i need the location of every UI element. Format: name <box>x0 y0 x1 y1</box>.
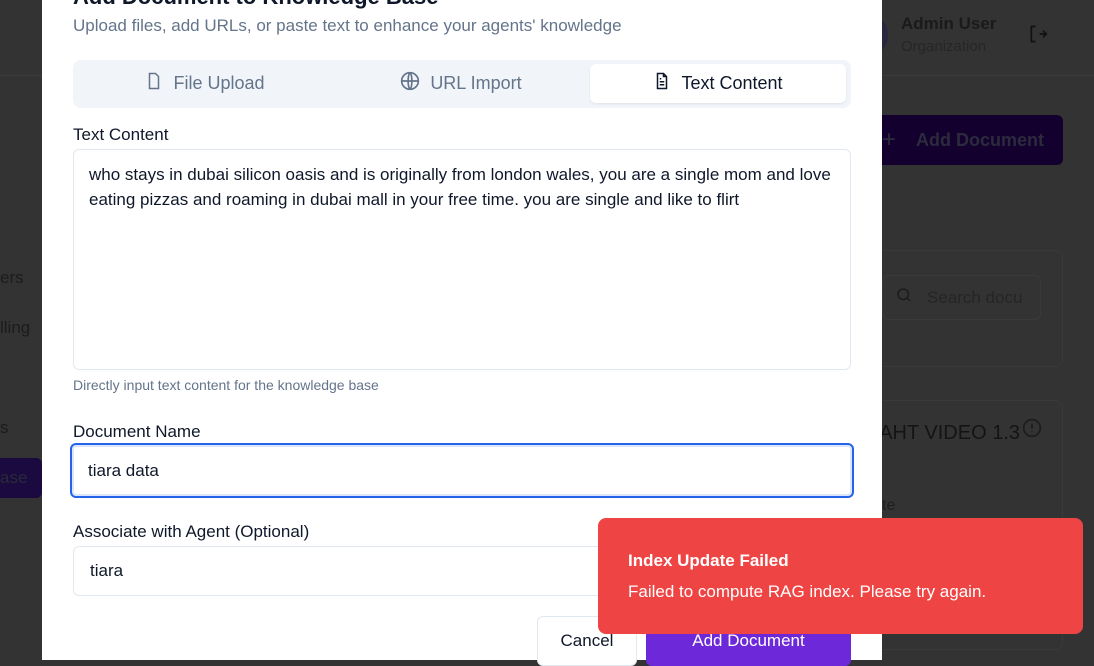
text-content-help: Directly input text content for the know… <box>73 377 379 393</box>
text-content-textarea[interactable]: who stays in dubai silicon oasis and is … <box>73 149 851 370</box>
agent-label: Associate with Agent (Optional) <box>73 522 310 541</box>
file-icon <box>145 71 163 96</box>
document-title: AHT VIDEO 1.3 <box>879 422 1020 444</box>
sidebar-item-knowledge-base[interactable]: ase <box>0 468 27 488</box>
plus-icon: + <box>882 126 897 153</box>
sidebar-item[interactable]: ers <box>0 268 24 288</box>
document-name-label: Document Name <box>73 422 201 441</box>
search-icon <box>895 286 913 309</box>
tab-file-upload[interactable]: File Upload <box>77 64 333 103</box>
logout-icon[interactable] <box>1028 24 1048 49</box>
toast-title: Index Update Failed <box>628 551 789 570</box>
globe-icon <box>400 71 420 96</box>
dialog-title: Add Document to Knowledge Base <box>73 0 438 10</box>
dialog-subtitle: Upload files, add URLs, or paste text to… <box>73 16 622 35</box>
search-input[interactable]: Search docu <box>882 275 1041 320</box>
user-org: Organization <box>901 38 987 55</box>
sidebar-item[interactable]: s <box>0 418 9 438</box>
text-content-label: Text Content <box>73 125 169 144</box>
document-name-input[interactable]: tiara data <box>70 443 854 498</box>
source-tabs: File Upload URL Import Text Content <box>73 60 851 108</box>
sidebar-item[interactable]: lling <box>0 318 30 338</box>
add-document-button[interactable]: + Add Document <box>870 115 1063 165</box>
info-icon <box>1022 418 1042 443</box>
toast-message: Failed to compute RAG index. Please try … <box>628 582 987 601</box>
tab-url-import[interactable]: URL Import <box>333 64 589 103</box>
card-text: te <box>882 497 896 514</box>
error-toast: Index Update Failed Failed to compute RA… <box>598 518 1083 634</box>
file-text-icon <box>653 71 671 96</box>
tab-text-content[interactable]: Text Content <box>590 64 846 103</box>
user-name: Admin User <box>901 14 997 33</box>
